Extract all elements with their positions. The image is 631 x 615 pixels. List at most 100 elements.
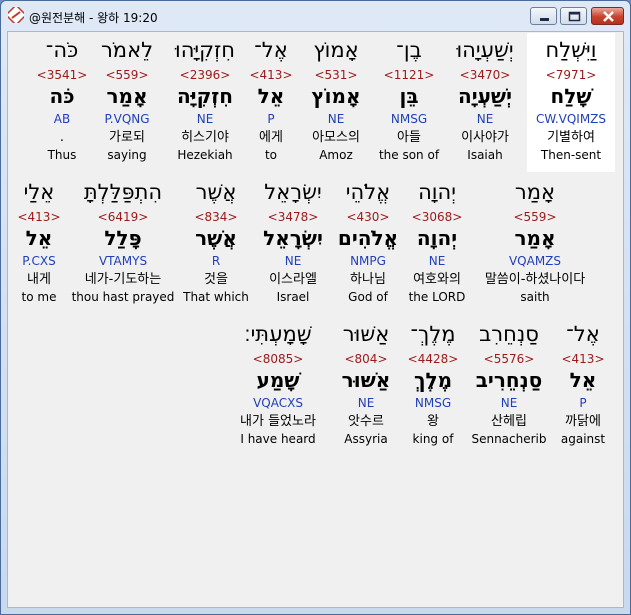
- minimize-icon: [540, 18, 549, 21]
- english-gloss: against: [560, 432, 606, 446]
- word-cell[interactable]: אֲשֶׁר <834> אֲשֶׁר R 것을 That which: [174, 174, 258, 307]
- lemma: שָׁמַע: [256, 368, 300, 392]
- minimize-button[interactable]: [530, 7, 557, 25]
- hebrew-word: וַיִּשְׁלַח: [545, 38, 597, 62]
- strong-number[interactable]: <5576>: [467, 350, 551, 370]
- strong-number[interactable]: <413>: [553, 350, 613, 370]
- morph-code: VQAMZS: [508, 254, 562, 268]
- lemma: סַנְחֵרִיב: [475, 368, 543, 392]
- strong-number[interactable]: <804>: [324, 350, 408, 370]
- english-gloss: to me: [21, 290, 57, 304]
- english-gloss: the son of: [378, 148, 440, 162]
- morph-code: VTAMYS: [98, 254, 148, 268]
- korean-gloss: 이사야가: [461, 130, 509, 145]
- word-cell[interactable]: אֵלַי <413> אֵל P.CXS 내게 to me: [9, 174, 69, 307]
- lemma: אֱלֹהִים: [337, 226, 399, 250]
- strong-number[interactable]: <3478>: [251, 208, 335, 228]
- lemma: אֵל: [25, 226, 53, 250]
- app-icon: [8, 7, 24, 23]
- english-gloss: Isaiah: [467, 148, 503, 162]
- english-gloss: Assyria: [344, 432, 388, 446]
- hebrew-word: אֱלֹהֵי: [345, 180, 391, 204]
- strong-number[interactable]: <3541>: [20, 66, 104, 86]
- word-cell[interactable]: בֶן־ <1121> בֵּן NMSG 아들 the son of: [367, 32, 451, 165]
- korean-gloss: 앗수르: [348, 414, 384, 429]
- morph-code: AB: [53, 112, 71, 126]
- korean-gloss: 것을: [204, 272, 228, 287]
- interlinear-panel[interactable]: וַיִּשְׁלַח <7971> שָׁלַח CW.VQIMZS 기별하여…: [7, 31, 624, 608]
- word-cell[interactable]: אֱלֹהֵי <430> אֱלֹהִים NMPG 하나님 God of: [326, 174, 410, 307]
- strong-number[interactable]: <834>: [174, 208, 258, 228]
- hebrew-word: שָׁמָעְתִּי׃: [244, 322, 312, 346]
- word-cell[interactable]: שָׁמָעְתִּי׃ <8085> שָׁמַע VQACXS 내가 들었노…: [230, 316, 326, 449]
- morph-code: NMSG: [390, 112, 428, 126]
- korean-gloss: 네가-기도하는: [84, 272, 162, 287]
- maximize-icon: [568, 11, 581, 22]
- english-gloss: saith: [520, 290, 550, 304]
- english-gloss: Hezekiah: [177, 148, 233, 162]
- hebrew-word: חִזְקִיָּהוּ: [174, 38, 236, 62]
- english-gloss: Then-sent: [540, 148, 602, 162]
- lemma: אָמַר: [514, 226, 556, 250]
- strong-number[interactable]: <1121>: [367, 66, 451, 86]
- morph-code: NE: [196, 112, 214, 126]
- hebrew-word: יִשְׂרָאֵל: [264, 180, 322, 204]
- word-cell[interactable]: יְשַׁעְיָהוּ <3470> יְשַׁעְיָה NE 이사야가 I…: [443, 32, 527, 165]
- korean-gloss: 아들: [397, 130, 421, 145]
- strong-number[interactable]: <413>: [9, 208, 69, 228]
- english-gloss: thou hast prayed: [71, 290, 175, 304]
- word-cell[interactable]: אֶל־ <413> אֵל P 까닭에 against: [553, 316, 613, 449]
- word-cell[interactable]: יִשְׂרָאֵל <3478> יִשְׂרָאֵל NE 이스라엘 Isr…: [251, 174, 335, 307]
- hebrew-word: אֲשֶׁר: [195, 180, 237, 204]
- word-cell[interactable]: אַשּׁוּר <804> אַשּׁוּר NE 앗수르 Assyria: [324, 316, 408, 449]
- english-gloss: Sennacherib: [471, 432, 547, 446]
- hebrew-word: אָמַר: [514, 180, 556, 204]
- strong-number[interactable]: <3470>: [443, 66, 527, 86]
- lemma: בֵּן: [399, 84, 419, 108]
- korean-gloss: 하나님: [350, 272, 386, 287]
- hebrew-word: כֹּה־: [45, 38, 79, 62]
- word-cell[interactable]: הִתְפַּלַּלְתָּ <6419> פָּלַל VTAMYS 네가-…: [66, 174, 180, 307]
- morph-code: NE: [476, 112, 494, 126]
- word-cell[interactable]: כֹּה־ <3541> כֹּה AB . Thus: [20, 32, 104, 165]
- korean-gloss: 말씀이-하셨나이다: [484, 272, 586, 287]
- morph-code: NE: [284, 254, 302, 268]
- morph-code: NMPG: [350, 254, 386, 268]
- hebrew-word: סַנְחֵרִב: [479, 322, 539, 346]
- lemma: אֵל: [569, 368, 597, 392]
- morph-code: NE: [357, 396, 375, 410]
- word-cell[interactable]: אָמַר <559> אָמַר VQAMZS 말씀이-하셨나이다 saith: [475, 174, 595, 307]
- strong-number[interactable]: <8085>: [230, 350, 326, 370]
- strong-number[interactable]: <559>: [475, 208, 595, 228]
- english-gloss: Thus: [47, 148, 77, 162]
- lemma: חִזְקִיָּה: [176, 84, 234, 108]
- lemma: שָׁלַח: [550, 84, 592, 108]
- word-cell[interactable]: חִזְקִיָּהוּ <2396> חִזְקִיָּה NE 히스기야 H…: [163, 32, 247, 165]
- lemma: יְשַׁעְיָה: [458, 84, 512, 108]
- morph-code: R: [211, 254, 221, 268]
- morph-code: P.CXS: [22, 254, 56, 268]
- morph-code: CW.VQIMZS: [535, 112, 607, 126]
- hebrew-word: אַשּׁוּר: [342, 322, 390, 346]
- strong-number[interactable]: <430>: [326, 208, 410, 228]
- strong-number[interactable]: <6419>: [66, 208, 180, 228]
- lemma: כֹּה: [49, 84, 75, 108]
- lemma: אֲשֶׁר: [195, 226, 237, 250]
- hebrew-word: הִתְפַּלַּלְתָּ: [83, 180, 163, 204]
- strong-number[interactable]: <2396>: [163, 66, 247, 86]
- korean-gloss: .: [59, 130, 65, 145]
- title-bar[interactable]: @원전분해 - 왕하 19:20: [1, 1, 630, 31]
- english-gloss: God of: [348, 290, 388, 304]
- lemma: אַשּׁוּר: [341, 368, 391, 392]
- word-cell[interactable]: וַיִּשְׁלַח <7971> שָׁלַח CW.VQIMZS 기별하여…: [529, 32, 613, 165]
- korean-gloss: 내게: [27, 272, 51, 287]
- maximize-button[interactable]: [560, 7, 587, 25]
- word-cell[interactable]: סַנְחֵרִב <5576> סַנְחֵרִיב NE 산헤립 Senna…: [467, 316, 551, 449]
- korean-gloss: 내가 들었노라: [240, 414, 316, 429]
- close-button[interactable]: [591, 7, 624, 25]
- hebrew-word: אֶל־: [566, 322, 600, 346]
- korean-gloss: 이스라엘: [269, 272, 317, 287]
- lemma: פָּלַל: [104, 226, 142, 250]
- english-gloss: I have heard: [240, 432, 316, 446]
- strong-number[interactable]: <7971>: [529, 66, 613, 86]
